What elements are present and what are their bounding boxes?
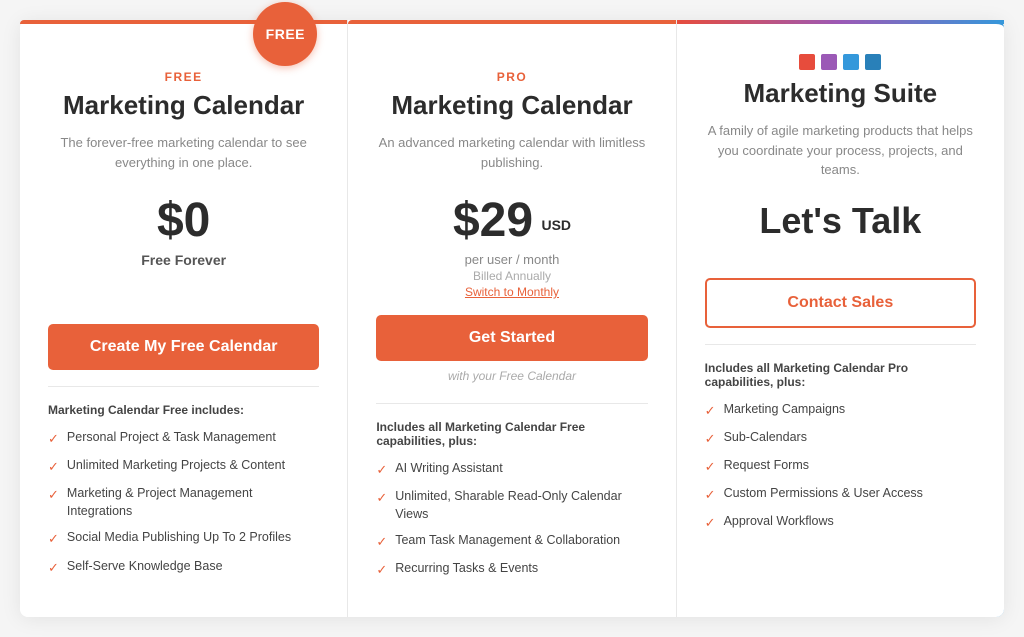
feature-list-pro: ✓ AI Writing Assistant ✓ Unlimited, Shar… bbox=[376, 460, 647, 580]
check-icon: ✓ bbox=[48, 530, 59, 548]
price-section-pro: $29 USD bbox=[376, 193, 647, 248]
pro-cta-subtitle: with your Free Calendar bbox=[376, 369, 647, 383]
check-icon: ✓ bbox=[376, 533, 387, 551]
feature-item: ✓ Custom Permissions & User Access bbox=[705, 485, 976, 504]
feature-list-suite: ✓ Marketing Campaigns ✓ Sub-Calendars ✓ … bbox=[705, 401, 976, 533]
pro-cta-button[interactable]: Get Started bbox=[376, 315, 647, 361]
divider-free bbox=[48, 386, 319, 387]
check-icon: ✓ bbox=[376, 489, 387, 507]
feature-text: Social Media Publishing Up To 2 Profiles bbox=[67, 529, 291, 547]
pricing-container: FREE FREE Marketing Calendar The forever… bbox=[20, 20, 1004, 617]
check-icon: ✓ bbox=[48, 559, 59, 577]
feature-text: Custom Permissions & User Access bbox=[724, 485, 923, 503]
check-icon: ✓ bbox=[48, 486, 59, 504]
check-icon: ✓ bbox=[376, 461, 387, 479]
feature-item: ✓ Self-Serve Knowledge Base bbox=[48, 558, 319, 577]
feature-text: Unlimited, Sharable Read-Only Calendar V… bbox=[395, 488, 647, 523]
feature-item: ✓ Marketing Campaigns bbox=[705, 401, 976, 420]
features-title-pro: Includes all Marketing Calendar Free cap… bbox=[376, 420, 647, 448]
feature-item: ✓ Recurring Tasks & Events bbox=[376, 560, 647, 579]
price-label-free: Free Forever bbox=[48, 252, 319, 268]
feature-item: ✓ Approval Workflows bbox=[705, 513, 976, 532]
plan-description-suite: A family of agile marketing products tha… bbox=[705, 121, 976, 180]
plan-name-pro: Marketing Calendar bbox=[376, 90, 647, 121]
feature-text: Request Forms bbox=[724, 457, 809, 475]
feature-text: AI Writing Assistant bbox=[395, 460, 502, 478]
plan-name-suite: Marketing Suite bbox=[705, 78, 976, 109]
feature-text: Sub-Calendars bbox=[724, 429, 807, 447]
suite-dot-blue bbox=[843, 54, 859, 70]
free-badge: FREE bbox=[253, 2, 317, 66]
feature-item: ✓ Personal Project & Task Management bbox=[48, 429, 319, 448]
price-amount-pro: $29 bbox=[453, 194, 533, 247]
feature-item: ✓ Unlimited, Sharable Read-Only Calendar… bbox=[376, 488, 647, 523]
suite-dot-darkblue bbox=[865, 54, 881, 70]
feature-text: Marketing & Project Management Integrati… bbox=[67, 485, 319, 520]
check-icon: ✓ bbox=[705, 458, 716, 476]
feature-item: ✓ Team Task Management & Collaboration bbox=[376, 532, 647, 551]
card-top-bar-pro bbox=[348, 20, 675, 24]
suite-icons bbox=[705, 54, 976, 70]
divider-pro bbox=[376, 403, 647, 404]
suite-dot-purple bbox=[821, 54, 837, 70]
feature-item: ✓ Request Forms bbox=[705, 457, 976, 476]
features-title-suite: Includes all Marketing Calendar Pro capa… bbox=[705, 361, 976, 389]
feature-text: Approval Workflows bbox=[724, 513, 834, 531]
plan-type-free: FREE bbox=[48, 70, 319, 84]
feature-text: Team Task Management & Collaboration bbox=[395, 532, 620, 550]
free-card: FREE FREE Marketing Calendar The forever… bbox=[20, 20, 348, 617]
check-icon: ✓ bbox=[705, 430, 716, 448]
plan-name-free: Marketing Calendar bbox=[48, 90, 319, 121]
pro-card: PRO Marketing Calendar An advanced marke… bbox=[348, 20, 676, 617]
feature-item: ✓ Sub-Calendars bbox=[705, 429, 976, 448]
check-icon: ✓ bbox=[705, 402, 716, 420]
lets-talk: Let's Talk bbox=[705, 200, 976, 242]
suite-dot-red bbox=[799, 54, 815, 70]
plan-description-free: The forever-free marketing calendar to s… bbox=[48, 133, 319, 173]
check-icon: ✓ bbox=[705, 514, 716, 532]
price-switch-pro[interactable]: Switch to Monthly bbox=[376, 285, 647, 299]
feature-text: Unlimited Marketing Projects & Content bbox=[67, 457, 285, 475]
price-amount-free: $0 bbox=[157, 194, 210, 247]
features-title-free: Marketing Calendar Free includes: bbox=[48, 403, 319, 417]
feature-text: Personal Project & Task Management bbox=[67, 429, 276, 447]
divider-suite bbox=[705, 344, 976, 345]
feature-text: Self-Serve Knowledge Base bbox=[67, 558, 223, 576]
feature-item: ✓ Social Media Publishing Up To 2 Profil… bbox=[48, 529, 319, 548]
feature-item: ✓ Unlimited Marketing Projects & Content bbox=[48, 457, 319, 476]
feature-item: ✓ AI Writing Assistant bbox=[376, 460, 647, 479]
suite-card: Marketing Suite A family of agile market… bbox=[677, 20, 1004, 617]
plan-type-pro: PRO bbox=[376, 70, 647, 84]
price-section-free: $0 bbox=[48, 193, 319, 248]
price-usd-pro: USD bbox=[541, 217, 571, 233]
check-icon: ✓ bbox=[376, 561, 387, 579]
suite-cta-button[interactable]: Contact Sales bbox=[705, 278, 976, 328]
check-icon: ✓ bbox=[48, 458, 59, 476]
feature-list-free: ✓ Personal Project & Task Management ✓ U… bbox=[48, 429, 319, 577]
check-icon: ✓ bbox=[705, 486, 716, 504]
check-icon: ✓ bbox=[48, 430, 59, 448]
feature-item: ✓ Marketing & Project Management Integra… bbox=[48, 485, 319, 520]
feature-text: Marketing Campaigns bbox=[724, 401, 846, 419]
feature-text: Recurring Tasks & Events bbox=[395, 560, 538, 578]
price-period-pro: per user / month bbox=[376, 252, 647, 267]
plan-description-pro: An advanced marketing calendar with limi… bbox=[376, 133, 647, 173]
price-billing-pro: Billed Annually bbox=[376, 269, 647, 283]
free-cta-button[interactable]: Create My Free Calendar bbox=[48, 324, 319, 370]
